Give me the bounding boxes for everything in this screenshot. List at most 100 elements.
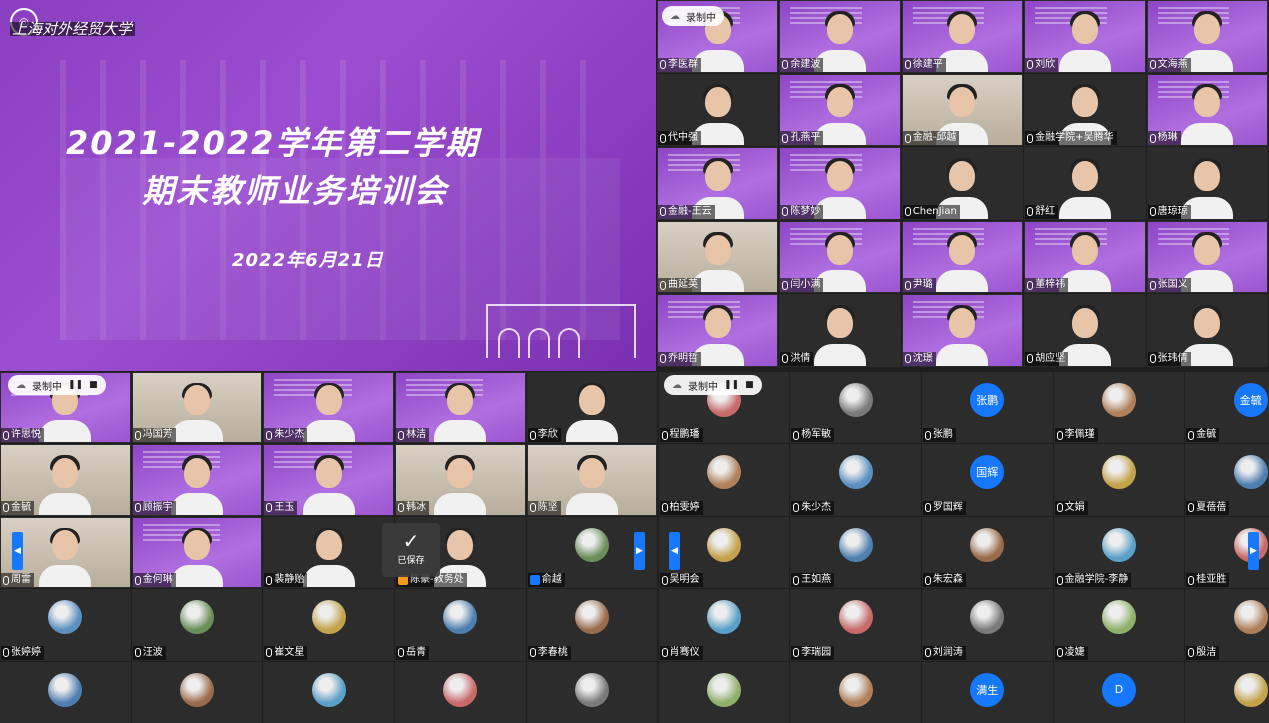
participant-avatar-tile[interactable]: 刘润涛 — [921, 589, 1053, 661]
participant-video-tile[interactable]: ChenJian — [901, 147, 1024, 220]
gate-illustration — [486, 304, 636, 358]
participant-video-tile[interactable]: 冯国芳 — [131, 372, 263, 444]
participant-avatar-tile[interactable] — [395, 661, 526, 723]
stop-icon[interactable]: ■ — [745, 380, 754, 390]
prev-page-arrow-left[interactable]: ◀ — [12, 532, 23, 570]
participant-video-tile[interactable]: 金融-王云 — [657, 147, 779, 220]
participant-name-text: 朱宏森 — [932, 574, 963, 586]
participant-video-tile[interactable]: 舒红 — [1024, 147, 1146, 220]
participant-video-tile[interactable]: 唐琼琼 — [1146, 147, 1268, 220]
participant-video-tile[interactable]: 徐建平 — [901, 0, 1024, 73]
next-page-arrow-right[interactable]: ▶ — [1248, 532, 1259, 570]
participant-video-tile[interactable]: 陈梦妙 — [779, 147, 901, 220]
participant-video-tile[interactable]: 孔燕平 — [779, 73, 901, 147]
participant-video-tile[interactable]: 曲延英 — [657, 220, 779, 294]
participant-avatar-tile[interactable] — [263, 661, 395, 723]
participant-avatar-tile[interactable]: 张婷婷 — [0, 589, 131, 661]
participant-video-tile[interactable]: 韩冰 — [395, 444, 526, 516]
participant-avatar-tile[interactable]: 文娟 — [1053, 444, 1185, 516]
participant-name-text: 金何琳 — [142, 574, 173, 586]
participant-name-text: 许思悦 — [11, 429, 41, 441]
participant-name: 李欣 — [527, 428, 561, 443]
participant-avatar-tile[interactable]: 王如燕 — [790, 516, 921, 589]
participant-avatar-tile[interactable]: 凌婕 — [1053, 589, 1185, 661]
participant-video-tile[interactable]: 沈璟 — [901, 294, 1024, 367]
participant-avatar-tile[interactable]: 李瑞园 — [790, 589, 921, 661]
participant-avatar-tile[interactable]: 金毓 金毓 — [1185, 372, 1269, 444]
participant-avatar-tile[interactable]: 李春桃 — [526, 589, 658, 661]
participant-avatar-tile[interactable] — [526, 661, 658, 723]
participant-avatar-tile[interactable]: 夏蓓蓓 — [1185, 444, 1269, 516]
recording-indicator-bottom-right[interactable]: ☁ 录制中 ❚❚ ■ — [664, 375, 762, 395]
participant-avatar-tile[interactable]: 岳青 — [395, 589, 526, 661]
next-page-arrow-left-panel[interactable]: ▶ — [634, 532, 645, 570]
participant-avatar-tile[interactable]: 殷洁 — [1185, 589, 1269, 661]
participant-avatar-tile[interactable]: 张鹏 张鹏 — [921, 372, 1053, 444]
participant-video-tile[interactable]: 洪倩 — [779, 294, 901, 367]
participant-name-text: 孔燕平 — [790, 132, 821, 144]
mic-icon — [782, 207, 789, 217]
participant-name: 崔文星 — [264, 645, 308, 660]
participant-avatar-tile[interactable] — [1185, 661, 1269, 723]
participant-video-tile[interactable]: 闫小满 — [779, 220, 901, 294]
participant-video-tile[interactable]: 代中强 — [657, 73, 779, 147]
participant-name-text: 陈坚 — [537, 501, 558, 513]
participant-video-tile[interactable]: 顾振宇 — [131, 444, 263, 516]
participant-avatar-tile[interactable]: 汪波 — [131, 589, 263, 661]
participant-video-tile[interactable]: 金融学院+吴腾华 — [1024, 73, 1146, 147]
person-head — [949, 308, 976, 339]
participant-avatar-tile[interactable]: 肖骞仪 — [658, 589, 790, 661]
participant-video-tile[interactable]: 林洁 — [395, 372, 526, 444]
participant-avatar-tile[interactable]: 崔文星 — [263, 589, 395, 661]
participant-video-tile[interactable]: 余建波 — [779, 0, 901, 73]
participant-avatar-tile[interactable]: 杨军敏 — [790, 372, 921, 444]
participant-video-tile[interactable]: 张玮倩 — [1146, 294, 1268, 367]
participant-avatar-tile[interactable]: 李佩瑾 — [1053, 372, 1185, 444]
participant-avatar-tile[interactable]: 柏雯婷 — [658, 444, 790, 516]
participant-video-tile[interactable]: 裴静贻 — [263, 516, 395, 589]
participant-avatar-tile[interactable]: 国辉 罗国辉 — [921, 444, 1053, 516]
participant-video-tile[interactable]: 尹璐 — [901, 220, 1024, 294]
participant-name-text: 陈梦妙 — [790, 205, 821, 217]
participant-video-tile[interactable]: 王玉 — [263, 444, 395, 516]
participant-video-tile[interactable]: 刘欣 — [1024, 0, 1146, 73]
avatar — [1101, 527, 1136, 562]
person-head — [1071, 13, 1098, 44]
participant-name: 冯国芳 — [132, 428, 176, 443]
recording-indicator-bottom-left[interactable]: ☁ 录制中 ❚❚ ■ — [8, 375, 106, 395]
mic-icon — [661, 503, 668, 513]
prev-page-arrow-right-panel[interactable]: ◀ — [669, 532, 680, 570]
participant-video-tile[interactable]: 李欣 — [526, 372, 658, 444]
mic-icon — [266, 575, 273, 585]
participant-avatar-tile[interactable] — [0, 661, 131, 723]
participant-video-tile[interactable]: 张国义 — [1146, 220, 1268, 294]
participant-name-text: 唐琼琼 — [1157, 205, 1188, 217]
participant-avatar-tile[interactable]: 金融学院-李静 — [1053, 516, 1185, 589]
participant-video-tile[interactable]: 金毓 — [0, 444, 131, 516]
participant-avatar-tile[interactable] — [658, 661, 790, 723]
participant-video-tile[interactable]: 朱少杰 — [263, 372, 395, 444]
pause-icon[interactable]: ❚❚ — [724, 380, 739, 390]
participant-video-tile[interactable]: 董梓祎 — [1024, 220, 1146, 294]
recording-indicator-top[interactable]: ☁ 录制中 — [662, 6, 724, 26]
pause-icon[interactable]: ❚❚ — [68, 380, 83, 390]
person-body — [39, 492, 92, 515]
participant-video-tile[interactable]: 文海燕 — [1146, 0, 1268, 73]
stop-icon[interactable]: ■ — [89, 380, 98, 390]
participant-avatar-tile[interactable]: 朱少杰 — [790, 444, 921, 516]
participant-avatar-tile[interactable]: D — [1053, 661, 1185, 723]
participant-video-tile[interactable]: 胡应坚 — [1024, 294, 1146, 367]
participant-avatar-tile[interactable]: 朱宏森 — [921, 516, 1053, 589]
participant-video-tile[interactable]: 杨琳 — [1146, 73, 1268, 147]
participant-name: 徐建平 — [902, 57, 946, 72]
participant-video-tile[interactable]: 金何琳 — [131, 516, 263, 589]
participant-avatar-tile[interactable] — [790, 661, 921, 723]
participant-name: 陈梦妙 — [780, 204, 824, 219]
participant-avatar-tile[interactable] — [131, 661, 263, 723]
participant-video-tile[interactable]: 陈坚 — [526, 444, 658, 516]
participant-avatar-tile[interactable]: 满生 — [921, 661, 1053, 723]
mic-icon — [1149, 60, 1156, 70]
participant-video-tile[interactable]: 金融-邱越 — [901, 73, 1024, 147]
person-head — [827, 87, 854, 118]
participant-video-tile[interactable]: 乔明哲 — [657, 294, 779, 367]
